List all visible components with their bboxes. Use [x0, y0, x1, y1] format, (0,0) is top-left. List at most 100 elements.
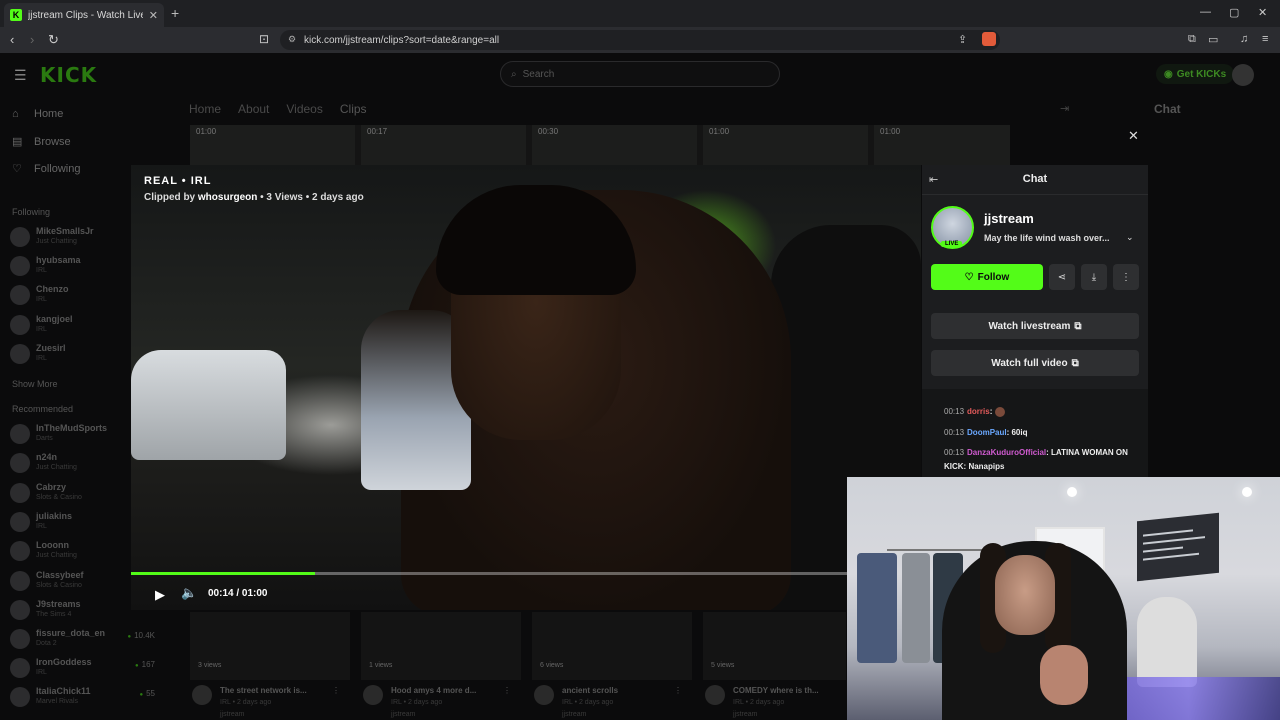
chat-message: 00:13 DoomPaul: 60iq [944, 428, 1028, 437]
brave-shield-icon[interactable] [982, 32, 996, 46]
stream-title: May the life wind wash over... [984, 233, 1110, 243]
chevron-down-icon[interactable]: ⌄ [1126, 232, 1134, 243]
close-window-icon[interactable]: ✕ [1258, 6, 1267, 19]
minimize-icon[interactable]: — [1200, 6, 1211, 18]
message-user[interactable]: DanzaKuduroOfficial [967, 448, 1046, 457]
sidebar-item-label: Home [34, 108, 64, 120]
reload-icon[interactable]: ↻ [48, 32, 59, 48]
sidebar-item-label: Following [34, 162, 81, 175]
get-kicks-button[interactable]: ◉ Get KICKs [1156, 64, 1235, 84]
seek-bar[interactable] [131, 572, 921, 575]
maximize-icon[interactable]: ▢ [1229, 6, 1239, 19]
kick-logo[interactable]: KICK [40, 63, 97, 87]
chat-replay: 00:13 dorris: 00:13 DoomPaul: 60iq 00:13 Da… [922, 389, 1148, 477]
channel-tabs: Home About Videos Clips [189, 102, 367, 116]
channel-name[interactable]: jjstream [984, 211, 1034, 226]
hamburger-icon[interactable]: ☰ [14, 67, 27, 84]
close-tab-icon[interactable]: ✕ [149, 9, 158, 22]
clip-info-panel: ⇤ Chat LIVE jjstream May the life wind w… [922, 165, 1148, 477]
new-tab-icon[interactable]: + [171, 5, 179, 21]
message-user[interactable]: DoomPaul [967, 428, 1007, 437]
clip-card-info[interactable]: The street network is... ⋮ IRL • 2 days … [192, 684, 352, 720]
clip-thumbnail[interactable]: 00:17 [361, 125, 526, 165]
streamer-face [995, 555, 1055, 635]
channel-category: IRL [36, 267, 47, 274]
share-icon[interactable]: ⇪ [958, 33, 967, 46]
download-button[interactable]: ⤓ [1081, 264, 1107, 290]
watch-livestream-button[interactable]: Watch livestream ⧉ [931, 313, 1139, 339]
clip-video-player[interactable]: REAL • IRL Clipped by whosurgeon • 3 Vie… [131, 165, 921, 610]
show-more-link[interactable]: Show More [12, 379, 58, 389]
clip-card-info[interactable]: COMEDY where is th... ⋮ IRL • 2 days ago… [705, 684, 865, 720]
more-icon[interactable]: ⋮ [503, 686, 511, 695]
clip-meta: Clipped by whosurgeon • 3 Views • 2 days… [144, 192, 364, 203]
avatar [705, 685, 725, 705]
more-options-button[interactable]: ⋮ [1113, 264, 1139, 290]
sidebar-icon[interactable]: ▭ [1208, 33, 1218, 46]
share-button[interactable]: ⋖ [1049, 264, 1075, 290]
channel-name: Chenzo [36, 284, 69, 294]
clip-thumbnail[interactable]: 01:00 [190, 125, 355, 165]
chat-title: Chat [1154, 102, 1181, 116]
time-display: 00:14 / 01:00 [208, 588, 268, 599]
tab-home[interactable]: Home [189, 102, 221, 116]
clip-thumbnail[interactable]: 3 views [190, 612, 350, 680]
more-icon[interactable]: ⋮ [674, 686, 682, 695]
channel-category: Just Chatting [36, 552, 77, 559]
menu-icon[interactable]: ≡ [1262, 33, 1268, 45]
close-icon[interactable]: ✕ [1128, 128, 1139, 144]
browser-tab[interactable]: K jjstream Clips - Watch Live on Kick ✕ [4, 3, 164, 27]
avatar [10, 344, 30, 364]
bookmark-icon[interactable]: ⊡ [259, 32, 269, 46]
channel-category: Darts [36, 435, 53, 442]
forward-icon[interactable]: › [30, 32, 34, 47]
channel-category: IRL [36, 523, 47, 530]
play-icon[interactable]: ▶ [155, 587, 165, 603]
clip-thumbnail[interactable]: 01:00 [874, 125, 1010, 165]
sidebar-channel[interactable]: ItaliaChick11 Marvel Rivals 55 [10, 685, 165, 711]
clip-card-info[interactable]: Hood amys 4 more d... ⋮ IRL • 2 days ago… [363, 684, 523, 720]
channel-category: Just Chatting [36, 238, 77, 245]
tab-clips[interactable]: Clips [340, 102, 367, 116]
media-icon[interactable]: ♫ [1240, 33, 1248, 45]
clip-thumbnail[interactable]: 6 views [532, 612, 692, 680]
clip-card-channel: jjstream [220, 711, 245, 718]
external-link-icon: ⧉ [1074, 320, 1082, 332]
sidebar-channel[interactable]: fissure_dota_en Dota 2 10.4K [10, 627, 165, 653]
sidebar-item-home[interactable]: ⌂ Home [12, 108, 63, 120]
clip-thumbnail[interactable]: 01:00 [703, 125, 868, 165]
clip-thumbnail[interactable]: 1 views [361, 612, 521, 680]
watch-livestream-label: Watch livestream [988, 320, 1071, 332]
site-info-icon[interactable]: ⚙ [288, 34, 296, 45]
message-user[interactable]: dorris [967, 407, 990, 416]
extensions-icon[interactable]: ⧉ [1188, 33, 1196, 46]
clip-age: 2 days ago [312, 192, 364, 203]
address-bar[interactable]: ⚙ kick.com/jjstream/clips?sort=date&rang… [280, 30, 1000, 50]
collapse-chat-icon[interactable]: ⇥ [1060, 102, 1069, 115]
clip-view-count: 5 views [711, 662, 735, 669]
watch-full-video-button[interactable]: Watch full video ⧉ [931, 350, 1139, 376]
browser-toolbar: ‹ › ↻ ⊡ ⚙ kick.com/jjstream/clips?sort=d… [0, 27, 1280, 53]
clip-card-meta: IRL • 2 days ago [220, 699, 272, 706]
sidebar-item-label: Browse [34, 135, 71, 148]
follow-button[interactable]: ♡ Follow [931, 264, 1043, 290]
clip-duration: 01:00 [709, 127, 730, 136]
tab-videos[interactable]: Videos [286, 102, 322, 116]
clip-thumbnail[interactable]: 5 views [703, 612, 846, 680]
tab-about[interactable]: About [238, 102, 269, 116]
clip-card-channel: jjstream [562, 711, 587, 718]
background-person [1137, 597, 1197, 687]
clip-card-info[interactable]: ancient scrolls ⋮ IRL • 2 days ago jjstr… [534, 684, 694, 720]
search-input[interactable]: ⌕ Search [500, 61, 780, 87]
back-icon[interactable]: ‹ [10, 32, 14, 47]
user-avatar[interactable] [1232, 64, 1254, 86]
volume-icon[interactable]: 🔈 [181, 585, 197, 601]
more-icon[interactable]: ⋮ [332, 686, 340, 695]
clipper-name[interactable]: whosurgeon [198, 192, 257, 203]
clip-thumbnail[interactable]: 00:30 [532, 125, 697, 165]
browse-icon: ▤ [12, 136, 23, 148]
kick-favicon-icon: K [10, 9, 22, 21]
sidebar-item-following[interactable]: ♡ Following [12, 162, 81, 176]
sidebar-channel[interactable]: IronGoddess IRL 167 [10, 656, 165, 682]
sidebar-item-browse[interactable]: ▤ Browse [12, 135, 71, 149]
